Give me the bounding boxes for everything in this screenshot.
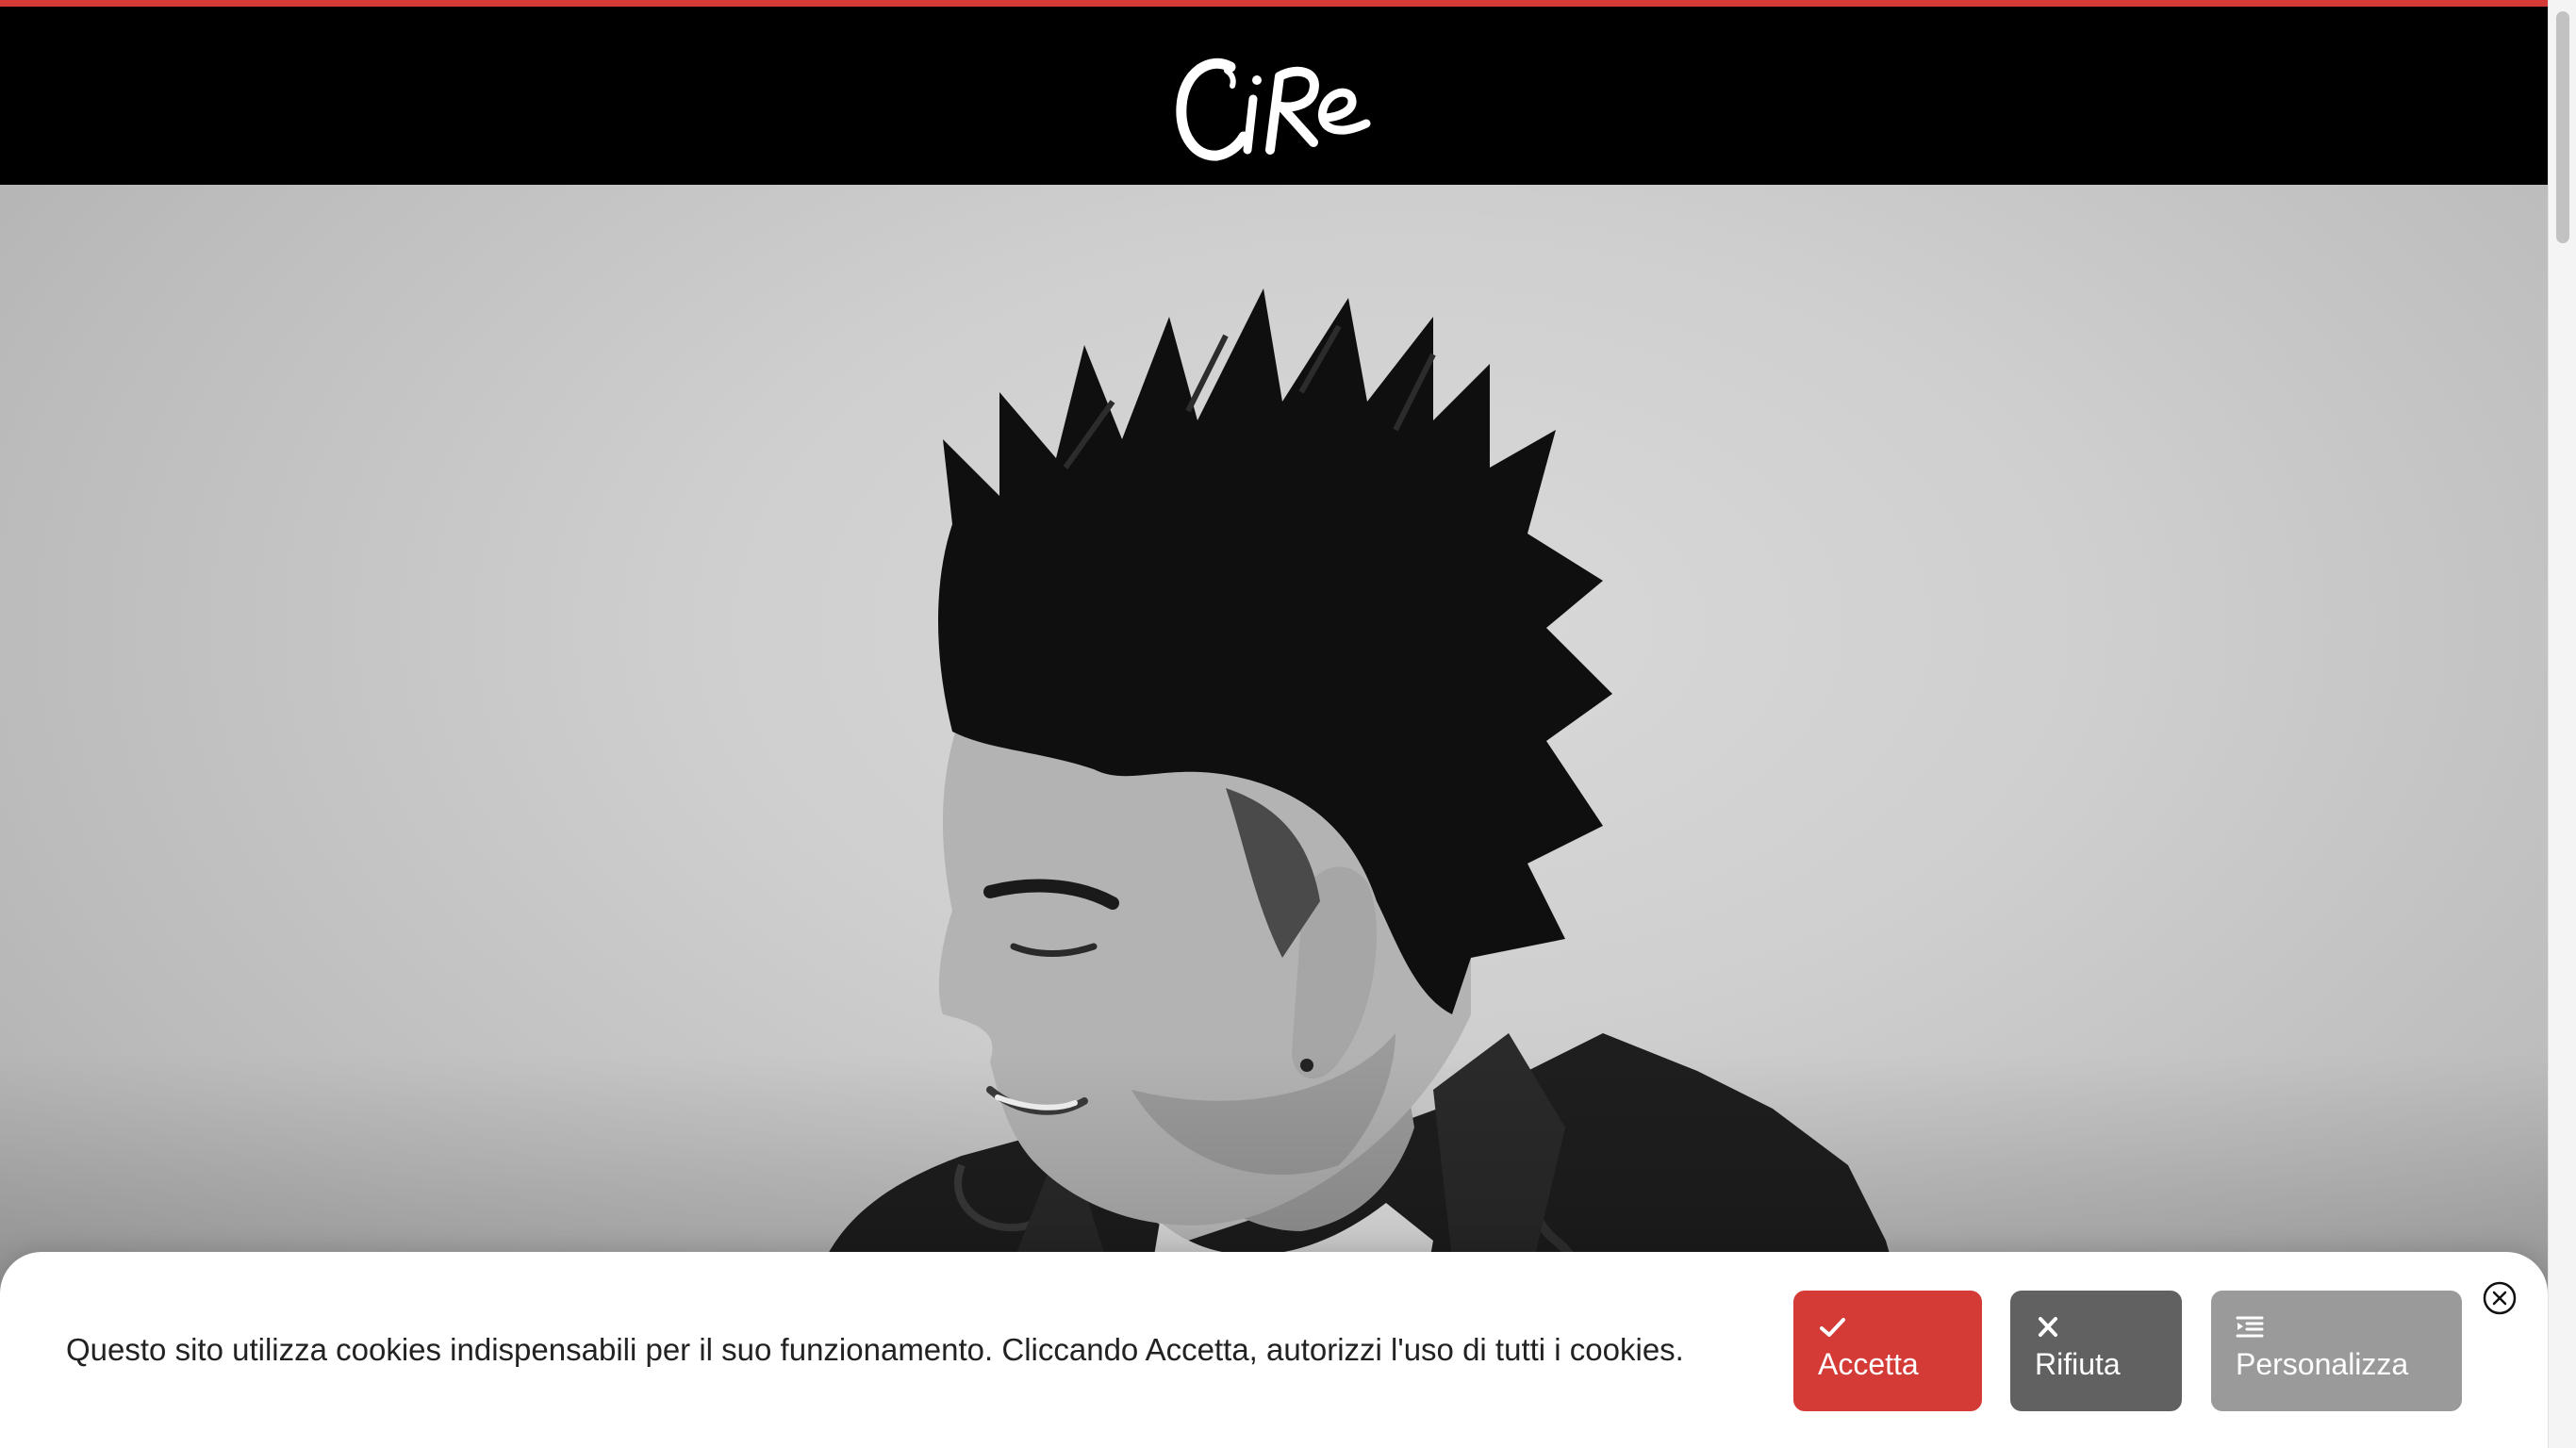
- close-circle-icon[interactable]: [2482, 1280, 2518, 1316]
- top-accent-bar: [0, 0, 2548, 7]
- scrollbar-thumb[interactable]: [2556, 11, 2569, 243]
- cookie-banner: Questo sito utilizza cookies indispensab…: [0, 1252, 2548, 1448]
- accept-label: Accetta: [1818, 1347, 1919, 1381]
- vertical-scrollbar[interactable]: [2548, 0, 2576, 1448]
- site-logo[interactable]: [1172, 39, 1376, 167]
- accept-cookies-button[interactable]: Accetta: [1793, 1291, 1982, 1411]
- list-settings-icon: [2236, 1316, 2264, 1338]
- reject-cookies-button[interactable]: Rifiuta: [2010, 1291, 2182, 1411]
- cookie-message: Questo sito utilizza cookies indispensab…: [66, 1332, 1684, 1367]
- reject-label: Rifiuta: [2035, 1347, 2121, 1381]
- x-icon: [2039, 1317, 2057, 1337]
- page-viewport: Questo sito utilizza cookies indispensab…: [0, 0, 2548, 1448]
- site-header: [0, 7, 2548, 185]
- customize-cookies-button[interactable]: Personalizza: [2211, 1291, 2462, 1411]
- customize-label: Personalizza: [2236, 1347, 2409, 1381]
- check-icon: [1820, 1318, 1845, 1337]
